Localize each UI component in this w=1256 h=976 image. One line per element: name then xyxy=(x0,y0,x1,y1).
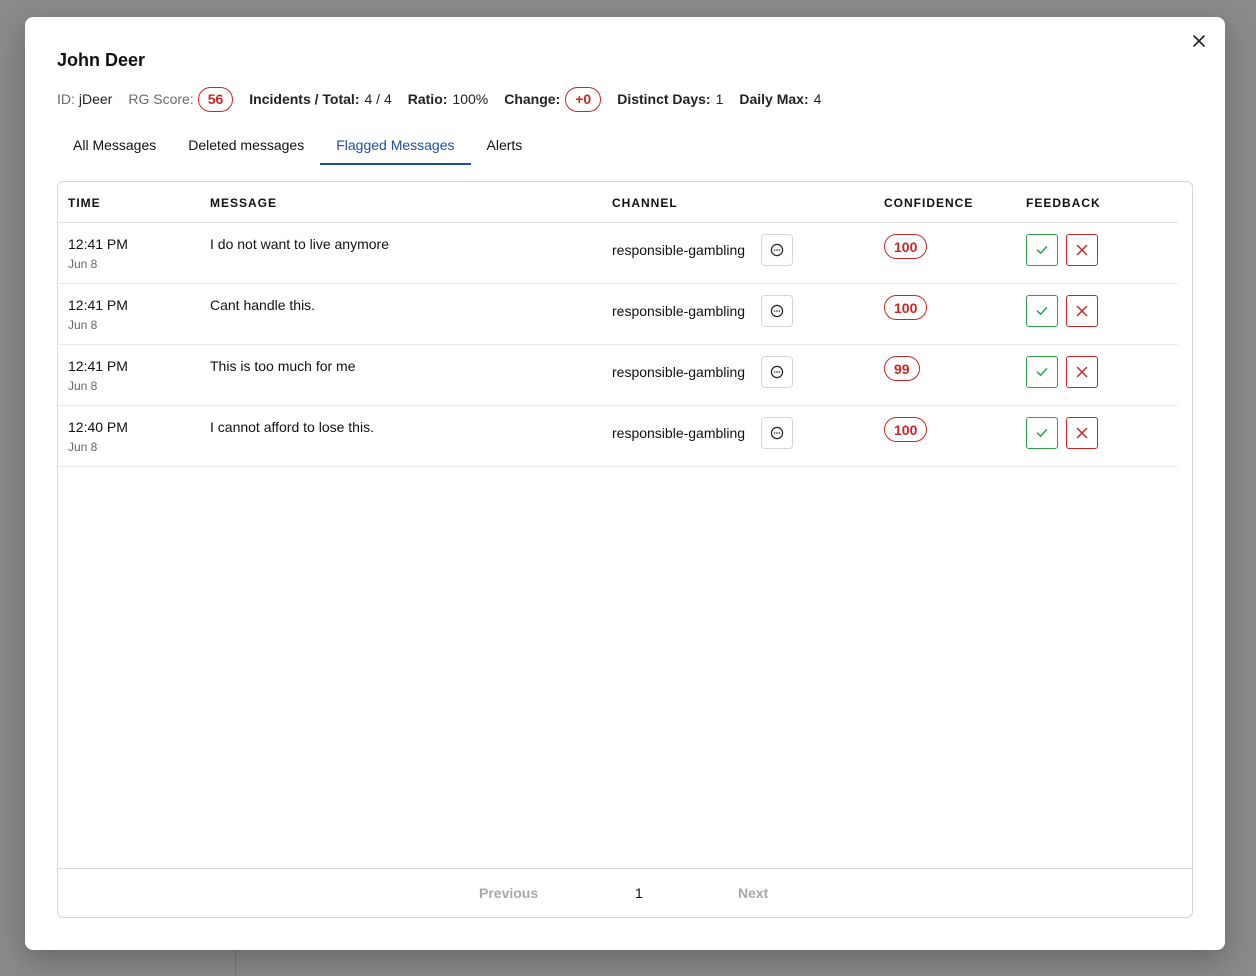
row-confidence: 100 xyxy=(884,417,928,442)
change-badge: +0 xyxy=(565,86,602,112)
stat-distinct-days: Distinct Days: 1 xyxy=(617,91,723,107)
stat-id-value: jDeer xyxy=(78,91,113,107)
message-tabs: All Messages Deleted messages Flagged Me… xyxy=(57,131,538,165)
reject-button[interactable] xyxy=(1066,417,1098,449)
row-date: Jun 8 xyxy=(68,257,98,271)
row-channel: responsible-gambling xyxy=(612,425,746,441)
tab-deleted-messages[interactable]: Deleted messages xyxy=(172,131,320,165)
tab-all-messages[interactable]: All Messages xyxy=(57,131,172,165)
stat-ratio-value: 100% xyxy=(452,91,489,107)
confidence-badge: 100 xyxy=(884,234,928,259)
user-name-title: John Deer xyxy=(57,50,146,70)
view-conversation-button[interactable] xyxy=(761,356,793,388)
chat-bubble-icon xyxy=(770,365,784,379)
confidence-badge: 100 xyxy=(884,295,928,320)
approve-button[interactable] xyxy=(1026,417,1058,449)
stat-change: Change: +0 xyxy=(504,86,602,112)
row-date: Jun 8 xyxy=(68,440,98,454)
flagged-messages-table: TIME MESSAGE CHANNEL CONFIDENCE FEEDBACK… xyxy=(57,181,1193,918)
stat-daily-max: Daily Max: 4 xyxy=(739,91,821,107)
chat-bubble-icon xyxy=(770,426,784,440)
table-row: 12:40 PM Jun 8 I cannot afford to lose t… xyxy=(58,406,1178,467)
table-row: 12:41 PM Jun 8 This is too much for me r… xyxy=(58,345,1178,406)
checkmark-icon xyxy=(1036,246,1048,254)
stat-id-label: ID: xyxy=(57,91,75,107)
header-message: MESSAGE xyxy=(210,196,278,210)
x-icon xyxy=(1076,244,1088,256)
view-conversation-button[interactable] xyxy=(761,417,793,449)
confidence-badge: 99 xyxy=(884,356,920,381)
stat-days-label: Distinct Days: xyxy=(617,91,711,107)
stat-max-label: Daily Max: xyxy=(739,91,809,107)
row-time: 12:41 PM xyxy=(68,297,128,313)
checkmark-icon xyxy=(1036,307,1048,315)
row-channel: responsible-gambling xyxy=(612,303,746,319)
row-date: Jun 8 xyxy=(68,318,98,332)
close-button[interactable] xyxy=(1187,31,1211,51)
current-page-number[interactable]: 1 xyxy=(635,885,643,901)
header-confidence: CONFIDENCE xyxy=(884,196,974,210)
table-row: 12:41 PM Jun 8 Cant handle this. respons… xyxy=(58,284,1178,345)
row-channel: responsible-gambling xyxy=(612,364,746,380)
header-feedback: FEEDBACK xyxy=(1026,196,1101,210)
tab-flagged-messages[interactable]: Flagged Messages xyxy=(320,131,471,165)
confidence-badge: 100 xyxy=(884,417,928,442)
stat-rg-label: RG Score: xyxy=(128,91,194,107)
previous-page-button[interactable]: Previous xyxy=(479,885,538,901)
header-time: TIME xyxy=(68,196,101,210)
row-message: I cannot afford to lose this. xyxy=(210,419,374,435)
table-header: TIME MESSAGE CHANNEL CONFIDENCE FEEDBACK xyxy=(58,182,1178,223)
row-message: Cant handle this. xyxy=(210,297,316,313)
stat-incidents: Incidents / Total: 4 / 4 xyxy=(249,91,391,107)
approve-button[interactable] xyxy=(1026,356,1058,388)
checkmark-icon xyxy=(1036,368,1048,376)
approve-button[interactable] xyxy=(1026,234,1058,266)
reject-button[interactable] xyxy=(1066,234,1098,266)
row-channel: responsible-gambling xyxy=(612,242,746,258)
user-stats-bar: ID: jDeer RG Score: 56 Incidents / Total… xyxy=(57,86,837,112)
row-confidence: 100 xyxy=(884,295,928,320)
row-confidence: 99 xyxy=(884,356,920,381)
stat-ratio-label: Ratio: xyxy=(407,91,448,107)
stat-incidents-value: 4 / 4 xyxy=(364,91,392,107)
row-time: 12:40 PM xyxy=(68,419,128,435)
row-message: This is too much for me xyxy=(210,358,356,374)
view-conversation-button[interactable] xyxy=(761,234,793,266)
x-icon xyxy=(1076,427,1088,439)
user-detail-modal: John Deer ID: jDeer RG Score: 56 Inciden… xyxy=(25,17,1225,950)
stat-change-label: Change: xyxy=(504,91,561,107)
checkmark-icon xyxy=(1036,429,1048,437)
pagination: Previous 1 Next xyxy=(58,868,1192,917)
stat-max-value: 4 xyxy=(813,91,822,107)
view-conversation-button[interactable] xyxy=(761,295,793,327)
x-icon xyxy=(1076,305,1088,317)
row-time: 12:41 PM xyxy=(68,358,128,374)
stat-id: ID: jDeer xyxy=(57,91,112,107)
reject-button[interactable] xyxy=(1066,356,1098,388)
tab-alerts[interactable]: Alerts xyxy=(471,131,539,165)
stat-days-value: 1 xyxy=(715,91,724,107)
table-row: 12:41 PM Jun 8 I do not want to live any… xyxy=(58,223,1178,284)
reject-button[interactable] xyxy=(1066,295,1098,327)
approve-button[interactable] xyxy=(1026,295,1058,327)
stat-incidents-label: Incidents / Total: xyxy=(249,91,360,107)
stat-rg-score: RG Score: 56 xyxy=(128,86,234,112)
rg-score-badge: 56 xyxy=(197,86,234,112)
close-icon xyxy=(1193,35,1205,47)
stat-ratio: Ratio: 100% xyxy=(408,91,488,107)
chat-bubble-icon xyxy=(770,304,784,318)
header-channel: CHANNEL xyxy=(612,196,678,210)
x-icon xyxy=(1076,366,1088,378)
row-date: Jun 8 xyxy=(68,379,98,393)
row-confidence: 100 xyxy=(884,234,928,259)
row-time: 12:41 PM xyxy=(68,236,128,252)
chat-bubble-icon xyxy=(770,243,784,257)
row-message: I do not want to live anymore xyxy=(210,236,389,252)
next-page-button[interactable]: Next xyxy=(738,885,768,901)
